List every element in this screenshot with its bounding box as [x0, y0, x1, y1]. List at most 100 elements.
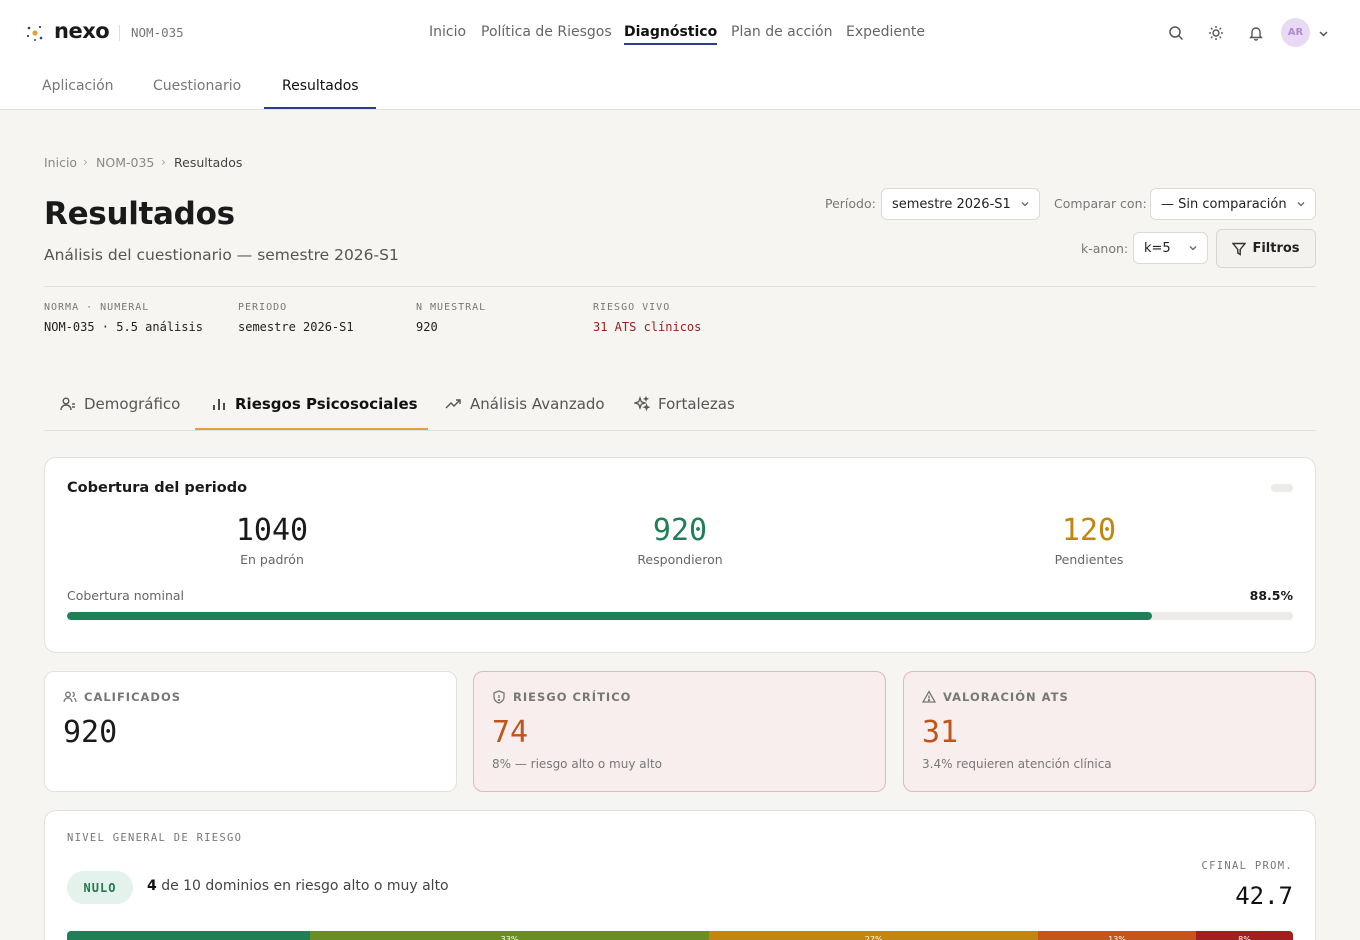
- kanon-select[interactable]: k=5: [1133, 232, 1208, 264]
- coverage-progress-track: [67, 612, 1293, 620]
- warning-triangle-icon: [922, 690, 936, 703]
- stat-padron-label: En padrón: [240, 552, 304, 567]
- nav-expediente[interactable]: Expediente: [846, 24, 925, 40]
- section-tab-analisis[interactable]: Análisis Avanzado: [445, 395, 605, 413]
- coverage-nominal-label: Cobertura nominal: [67, 588, 185, 603]
- page-title: Resultados: [44, 196, 235, 232]
- section-tab-fortalezas[interactable]: Fortalezas: [634, 395, 735, 413]
- stat-pendientes-value: 120: [1061, 513, 1117, 548]
- period-select-value: semestre 2026-S1: [892, 196, 1011, 212]
- kpi-riesgo-value: 74: [492, 715, 529, 750]
- brand-subtitle: NOM-035: [131, 25, 184, 40]
- risk-distribution-bar: 33% 27% 13% 8%: [67, 931, 1293, 940]
- header-divider: [44, 286, 1316, 287]
- kanon-label: k-anon:: [1081, 241, 1129, 256]
- stat-padron-value: 1040: [235, 513, 309, 548]
- stat-respondieron-value: 920: [652, 513, 708, 548]
- sub-tabs: Aplicación Cuestionario Resultados: [0, 66, 1360, 110]
- section-tabs-divider: [44, 430, 1316, 431]
- compare-select[interactable]: — Sin comparación: [1150, 188, 1316, 220]
- kanon-select-value: k=5: [1144, 240, 1171, 256]
- brand-divider: [119, 25, 120, 41]
- page-subtitle: Análisis del cuestionario — semestre 202…: [44, 246, 399, 264]
- meta-riesgo-value: 31 ATS clínicos: [593, 320, 702, 334]
- theme-toggle-icon[interactable]: [1205, 22, 1227, 44]
- kpi-calificados-header: CALIFICADOS: [63, 690, 181, 704]
- coverage-progress-fill: [67, 612, 1152, 620]
- risk-level-heading: NIVEL GENERAL DE RIESGO: [67, 832, 243, 844]
- cfinal-label: CFINAL PROM.: [1201, 860, 1293, 872]
- nav-politica-riesgos[interactable]: Política de Riesgos: [481, 24, 612, 40]
- section-tab-label: Fortalezas: [658, 395, 735, 413]
- risk-level-summary: 4 de 10 dominios en riesgo alto o muy al…: [147, 878, 449, 894]
- section-tab-demografico[interactable]: Demográfico: [60, 395, 180, 413]
- breadcrumb-separator-icon: ›: [161, 155, 166, 169]
- user-avatar[interactable]: AR: [1281, 18, 1310, 47]
- users-icon: [63, 691, 77, 703]
- compare-label: Comparar con:: [1054, 196, 1147, 211]
- kpi-riesgo-header: RIESGO CRÍTICO: [492, 690, 631, 704]
- nav-diagnostico[interactable]: Diagnóstico: [624, 24, 718, 45]
- section-tab-label: Riesgos Psicosociales: [235, 395, 418, 413]
- logo-icon: [26, 25, 43, 41]
- coverage-nominal-pct: 88.5%: [1249, 588, 1293, 603]
- meta-norma-key: NORMA · NUMERAL: [44, 302, 150, 313]
- meta-periodo-key: PERIODO: [238, 302, 288, 313]
- kpi-calificados-card: CALIFICADOS 920: [44, 671, 457, 792]
- tab-cuestionario[interactable]: Cuestionario: [153, 78, 241, 94]
- coverage-title: Cobertura del periodo: [67, 480, 248, 496]
- filters-button-label: Filtros: [1252, 241, 1300, 256]
- kpi-riesgo-label: RIESGO CRÍTICO: [513, 690, 632, 704]
- period-select[interactable]: semestre 2026-S1: [881, 188, 1040, 220]
- brand-name[interactable]: nexo: [54, 19, 110, 43]
- meta-muestral-key: N MUESTRAL: [416, 302, 487, 313]
- search-icon[interactable]: [1165, 22, 1187, 44]
- risk-domains-text: de 10 dominios en riesgo alto o muy alto: [161, 878, 449, 894]
- shield-icon: [493, 690, 505, 704]
- tab-aplicacion[interactable]: Aplicación: [42, 78, 114, 94]
- kpi-ats-value: 31: [922, 715, 959, 750]
- stat-respondieron-label: Respondieron: [637, 552, 723, 567]
- coverage-badge: [1271, 484, 1293, 492]
- meta-muestral-value: 920: [416, 320, 438, 334]
- risk-segment-muy-alto: 8%: [1196, 931, 1293, 940]
- tab-resultados[interactable]: Resultados: [282, 78, 359, 94]
- notifications-bell-icon[interactable]: [1245, 22, 1267, 44]
- cfinal-value: 42.7: [1235, 882, 1293, 910]
- meta-periodo-value: semestre 2026-S1: [238, 320, 354, 334]
- bar-chart-icon: [213, 399, 225, 410]
- kpi-calificados-label: CALIFICADOS: [84, 690, 182, 704]
- chevron-down-icon: [1021, 202, 1029, 207]
- kpi-riesgo-critico-card: RIESGO CRÍTICO 74 8% — riesgo alto o muy…: [473, 671, 886, 792]
- kpi-ats-subtext: 3.4% requieren atención clínica: [922, 757, 1112, 771]
- coverage-card: Cobertura del periodo 1040 En padrón 920…: [44, 457, 1316, 653]
- chevron-down-icon: [1189, 246, 1197, 251]
- nav-inicio[interactable]: Inicio: [429, 24, 466, 40]
- compare-select-value: — Sin comparación: [1161, 196, 1287, 212]
- breadcrumb-current: Resultados: [174, 155, 243, 170]
- filters-button[interactable]: Filtros: [1216, 229, 1316, 268]
- risk-level-badge: NULO: [67, 871, 133, 904]
- risk-segment-nulo: [67, 931, 310, 940]
- user-menu-chevron-icon[interactable]: [1312, 22, 1334, 44]
- kpi-ats-label: VALORACIÓN ATS: [943, 690, 1069, 704]
- kpi-valoracion-ats-card: VALORACIÓN ATS 31 3.4% requieren atenció…: [903, 671, 1316, 792]
- risk-segment-alto: 13%: [1037, 931, 1197, 940]
- kpi-riesgo-subtext: 8% — riesgo alto o muy alto: [492, 757, 662, 771]
- trend-up-icon: [445, 399, 461, 409]
- active-tab-indicator: [264, 107, 376, 109]
- section-tab-label: Análisis Avanzado: [470, 395, 605, 413]
- meta-riesgo-key: RIESGO VIVO: [593, 302, 671, 313]
- stat-pendientes-label: Pendientes: [1054, 552, 1124, 567]
- risk-level-card: NIVEL GENERAL DE RIESGO NULO 4 de 10 dom…: [44, 810, 1316, 940]
- nav-plan-accion[interactable]: Plan de acción: [731, 24, 833, 40]
- section-tab-riesgos[interactable]: Riesgos Psicosociales: [211, 395, 418, 413]
- breadcrumb-inicio[interactable]: Inicio: [44, 155, 77, 170]
- breadcrumb-nom035[interactable]: NOM-035: [96, 155, 154, 170]
- kpi-ats-header: VALORACIÓN ATS: [922, 690, 1069, 704]
- sparkles-icon: [634, 396, 650, 412]
- meta-norma-value: NOM-035 · 5.5 análisis: [44, 320, 203, 334]
- chevron-down-icon: [1297, 202, 1305, 207]
- top-bar: nexo NOM-035 Inicio Política de Riesgos …: [0, 0, 1360, 66]
- person-icon: [60, 397, 75, 411]
